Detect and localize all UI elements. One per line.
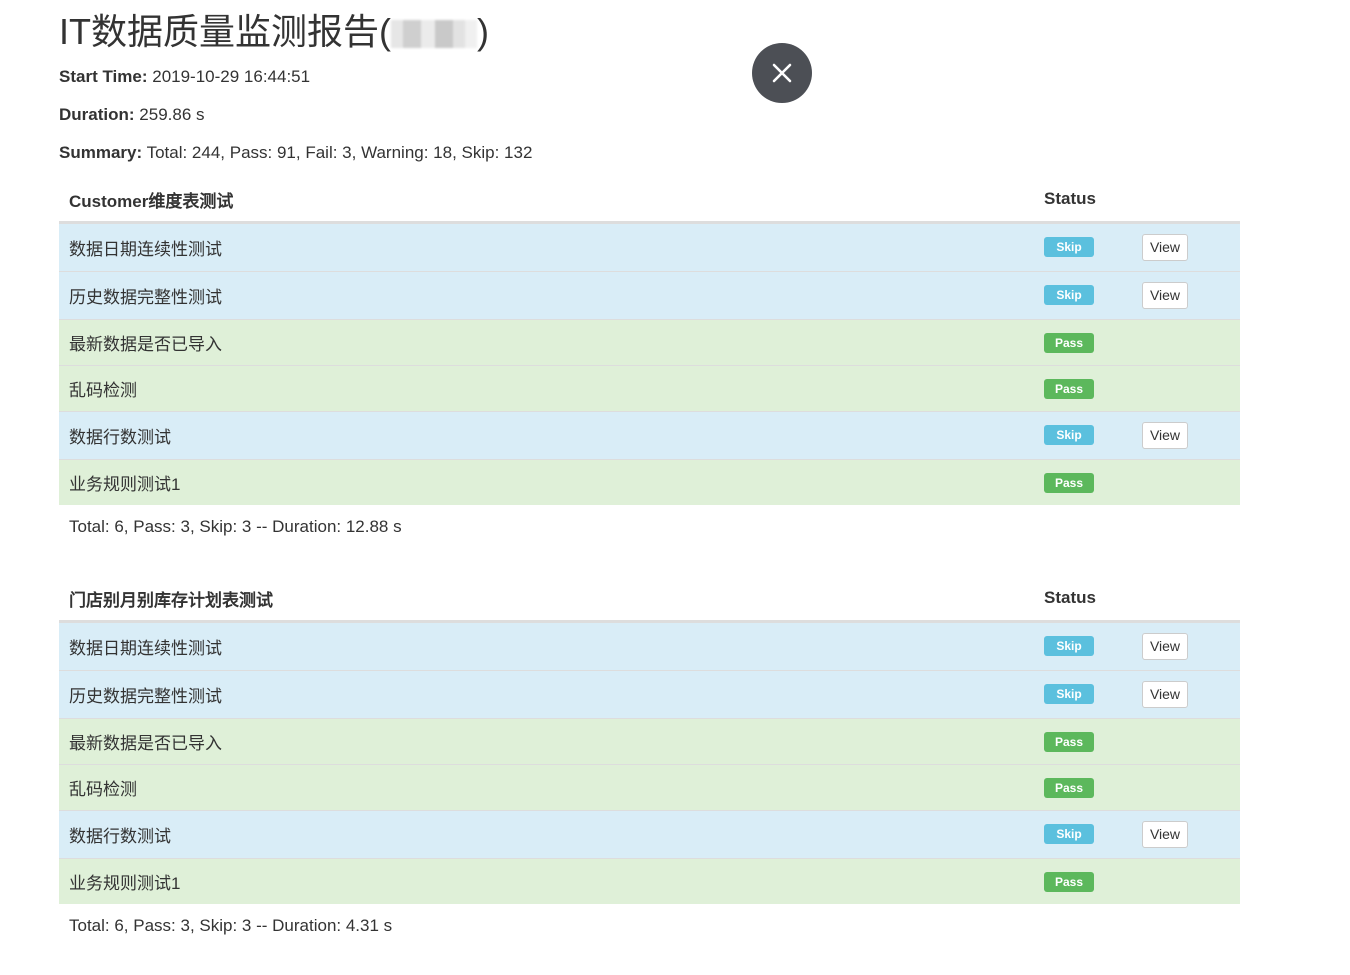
- test-name: 最新数据是否已导入: [69, 734, 222, 753]
- status-badge: Pass: [1044, 473, 1094, 493]
- test-name: 业务规则测试1: [69, 874, 181, 893]
- view-button[interactable]: View: [1142, 821, 1188, 848]
- close-icon: [772, 63, 792, 83]
- status-badge: Pass: [1044, 732, 1094, 752]
- test-row: 最新数据是否已导入 Pass: [59, 319, 1240, 365]
- suite-totals: Total: 6, Pass: 3, Skip: 3 -- Duration: …: [69, 517, 402, 536]
- status-badge: Pass: [1044, 778, 1094, 798]
- test-name: 历史数据完整性测试: [69, 687, 222, 706]
- view-button[interactable]: View: [1142, 633, 1188, 660]
- status-column-header: Status: [1044, 588, 1096, 607]
- test-row: 业务规则测试1 Pass: [59, 858, 1240, 904]
- view-button[interactable]: View: [1142, 234, 1188, 261]
- start-time-label: Start Time:: [59, 67, 148, 86]
- report-title: IT数据质量监测报告(): [59, 9, 489, 55]
- test-name: 最新数据是否已导入: [69, 335, 222, 354]
- test-row: 历史数据完整性测试 Skip View: [59, 670, 1240, 718]
- status-badge: Skip: [1044, 425, 1094, 445]
- status-badge: Pass: [1044, 379, 1094, 399]
- test-name: 数据行数测试: [69, 827, 171, 846]
- test-name: 数据行数测试: [69, 428, 171, 447]
- test-row: 业务规则测试1 Pass: [59, 459, 1240, 505]
- status-badge: Skip: [1044, 684, 1094, 704]
- test-row: 最新数据是否已导入 Pass: [59, 718, 1240, 764]
- status-badge: Skip: [1044, 285, 1094, 305]
- test-name: 历史数据完整性测试: [69, 288, 222, 307]
- report-title-suffix: ): [476, 11, 489, 52]
- status-badge: Pass: [1044, 872, 1094, 892]
- test-row: 数据日期连续性测试 Skip View: [59, 622, 1240, 670]
- redacted-project-name: [390, 20, 477, 48]
- test-name: 业务规则测试1: [69, 475, 181, 494]
- suite-table: Customer维度表测试 Status 数据日期连续性测试 Skip View…: [59, 177, 1240, 549]
- start-time-line: Start Time: 2019-10-29 16:44:51: [59, 66, 310, 88]
- suite-header: 门店别月别库存计划表测试 Status: [59, 576, 1240, 622]
- close-button[interactable]: [752, 43, 812, 103]
- duration-value: 259.86 s: [139, 105, 205, 124]
- test-name: 数据日期连续性测试: [69, 240, 222, 259]
- test-row: 历史数据完整性测试 Skip View: [59, 271, 1240, 319]
- test-row: 乱码检测 Pass: [59, 365, 1240, 411]
- status-badge: Skip: [1044, 237, 1094, 257]
- status-badge: Skip: [1044, 824, 1094, 844]
- report-title-prefix: IT数据质量监测报告(: [59, 11, 391, 52]
- duration-label: Duration:: [59, 105, 135, 124]
- test-name: 乱码检测: [69, 381, 137, 400]
- test-row: 数据行数测试 Skip View: [59, 810, 1240, 858]
- start-time-value: 2019-10-29 16:44:51: [152, 67, 311, 86]
- test-name: 数据日期连续性测试: [69, 639, 222, 658]
- duration-line: Duration: 259.86 s: [59, 104, 205, 126]
- summary-value: Total: 244, Pass: 91, Fail: 3, Warning: …: [146, 143, 533, 162]
- test-name: 乱码检测: [69, 780, 137, 799]
- suite-name: Customer维度表测试: [69, 191, 234, 211]
- summary-line: Summary: Total: 244, Pass: 91, Fail: 3, …: [59, 142, 532, 164]
- suite-name: 门店别月别库存计划表测试: [69, 590, 273, 610]
- view-button[interactable]: View: [1142, 681, 1188, 708]
- view-button[interactable]: View: [1142, 422, 1188, 449]
- status-badge: Pass: [1044, 333, 1094, 353]
- suite-table: 门店别月别库存计划表测试 Status 数据日期连续性测试 Skip View …: [59, 576, 1240, 948]
- summary-label: Summary:: [59, 143, 143, 162]
- status-badge: Skip: [1044, 636, 1094, 656]
- test-row: 数据行数测试 Skip View: [59, 411, 1240, 459]
- status-column-header: Status: [1044, 189, 1096, 208]
- suite-header: Customer维度表测试 Status: [59, 177, 1240, 223]
- suite-totals: Total: 6, Pass: 3, Skip: 3 -- Duration: …: [69, 916, 393, 935]
- test-row: 乱码检测 Pass: [59, 764, 1240, 810]
- test-row: 数据日期连续性测试 Skip View: [59, 223, 1240, 271]
- view-button[interactable]: View: [1142, 282, 1188, 309]
